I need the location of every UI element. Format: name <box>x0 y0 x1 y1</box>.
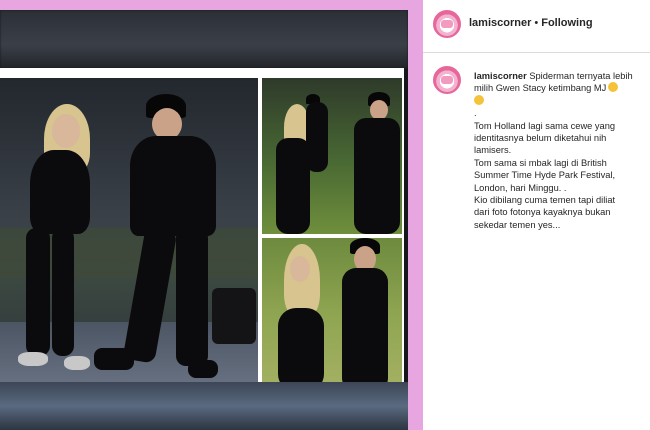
photo-blur-background-bottom <box>0 382 408 430</box>
caption-text-line: lamisers. <box>474 145 512 156</box>
collage-bottom-right-photo <box>262 238 402 392</box>
caption-username[interactable]: lamiscorner <box>474 71 527 81</box>
caption-text-line: London, hari Minggu. . <box>474 182 567 193</box>
photo-collage <box>0 68 404 394</box>
post-header: lamiscorner • Following <box>423 0 650 53</box>
following-button[interactable]: Following <box>541 17 592 29</box>
post-photo[interactable] <box>0 10 408 430</box>
caption-text-line: Summer Time Hyde Park Festival, <box>474 170 616 181</box>
author-username[interactable]: lamiscorner <box>469 17 531 29</box>
smiling-face-emoji-icon <box>608 82 619 93</box>
caption-text-line: Tom sama si mbak lagi di British <box>474 157 607 168</box>
post-sidebar: lamiscorner • Following lamiscorner Spider… <box>423 0 650 430</box>
grimacing-face-emoji-icon <box>474 94 484 105</box>
caption-text-line: sekedar temen yes... <box>474 219 561 230</box>
collage-top-right-photo <box>262 78 402 234</box>
caption-text-line: Kio dibilang cuma temen tapi diliat <box>474 195 616 206</box>
caption-text-line: milih Gwen Stacy ketimbang MJ <box>474 83 607 94</box>
header-text: lamiscorner • Following <box>469 17 593 29</box>
collage-main-photo <box>0 78 258 392</box>
caption-author-avatar[interactable] <box>433 66 461 94</box>
author-avatar[interactable] <box>433 10 461 38</box>
caption-text-line: Spiderman ternyata lebih <box>529 71 633 81</box>
separator-dot: • <box>534 17 539 29</box>
photo-blur-background-top <box>0 10 408 68</box>
caption-text-line: dari foto fotonya kayaknya bukan <box>474 207 611 218</box>
caption-text-line: . <box>474 108 477 119</box>
caption-text-line: Tom Holland lagi sama cewe yang <box>474 120 616 131</box>
caption-body: lamiscorner Spiderman ternyata lebih mil… <box>474 70 650 231</box>
caption-text-line: identitasnya belum diketahui nih <box>474 133 607 144</box>
